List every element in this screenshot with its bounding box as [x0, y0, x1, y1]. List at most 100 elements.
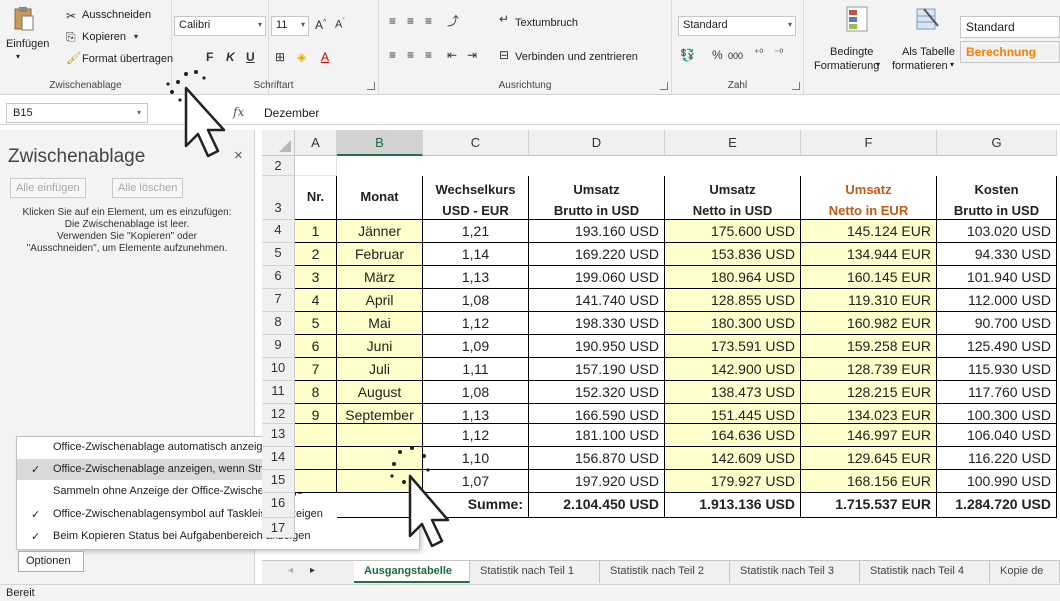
cell-kurs[interactable]: 1,12: [423, 312, 529, 335]
cell-kosten-brutto[interactable]: 116.220 USD: [937, 447, 1057, 470]
header-un[interactable]: Umsatz Netto in USD: [665, 176, 801, 220]
header-ub[interactable]: Umsatz Brutto in USD: [529, 176, 665, 220]
paste-button[interactable]: Einfügen: [6, 38, 49, 50]
cell-kurs[interactable]: 1,13: [423, 404, 529, 424]
cell-monat[interactable]: Juli: [337, 358, 423, 381]
row-header[interactable]: 5: [262, 243, 295, 266]
cell-umsatz-brutto[interactable]: 169.220 USD: [529, 243, 665, 266]
cell-umsatz-netto-eur[interactable]: 160.982 EUR: [801, 312, 937, 335]
format-as-table-button[interactable]: formatieren: [892, 60, 948, 72]
orientation-icon[interactable]: ⤴: [447, 12, 459, 29]
cell-kosten-brutto[interactable]: 106.040 USD: [937, 424, 1057, 447]
cell-nr[interactable]: 5: [295, 312, 337, 335]
cell-monat[interactable]: September: [337, 404, 423, 424]
style-calculation[interactable]: Berechnung: [960, 41, 1060, 63]
cell-umsatz-brutto[interactable]: 190.950 USD: [529, 335, 665, 358]
row-header[interactable]: 8: [262, 312, 295, 335]
number-format-select[interactable]: Standard ▾: [678, 16, 796, 36]
shrink-font-icon[interactable]: Aˇ: [335, 18, 345, 31]
row-header[interactable]: 16: [262, 493, 295, 518]
sum-ub[interactable]: 2.104.450 USD: [529, 493, 665, 518]
cell-umsatz-netto-usd[interactable]: 179.927 USD: [665, 470, 801, 493]
cell-umsatz-netto-usd[interactable]: 142.609 USD: [665, 447, 801, 470]
conditional-formatting-icon[interactable]: [846, 6, 868, 32]
underline-button[interactable]: U: [246, 50, 255, 64]
row-header[interactable]: 15: [262, 470, 295, 493]
formula-input[interactable]: Dezember: [264, 106, 319, 120]
align-bottom-icon[interactable]: ≡: [425, 14, 432, 28]
sheet-tab[interactable]: Statistik nach Teil 2: [600, 561, 730, 583]
sheet-tab[interactable]: Statistik nach Teil 4: [860, 561, 990, 583]
cell-kosten-brutto[interactable]: 112.000 USD: [937, 289, 1057, 312]
font-size-select[interactable]: 11 ▾: [271, 16, 309, 36]
cell-monat[interactable]: Februar: [337, 243, 423, 266]
cell-umsatz-netto-usd[interactable]: 151.445 USD: [665, 404, 801, 424]
cell-nr[interactable]: 9: [295, 404, 337, 424]
options-button[interactable]: Optionen: [18, 551, 84, 572]
number-dialog-launcher-icon[interactable]: [792, 82, 800, 90]
cut-icon[interactable]: ✂: [66, 9, 76, 23]
row-header[interactable]: 9: [262, 335, 295, 358]
cell-monat[interactable]: August: [337, 381, 423, 404]
cell-nr[interactable]: [295, 424, 337, 447]
cell-kosten-brutto[interactable]: 125.490 USD: [937, 335, 1057, 358]
align-middle-icon[interactable]: ≡: [407, 14, 414, 28]
cell-kurs[interactable]: 1,08: [423, 381, 529, 404]
header-nr[interactable]: Nr.: [295, 176, 337, 220]
cell-monat[interactable]: April: [337, 289, 423, 312]
sheet-tab[interactable]: Kopie de: [990, 561, 1060, 583]
cell[interactable]: [295, 156, 337, 176]
thousands-button[interactable]: 000: [728, 51, 743, 61]
column-header-G[interactable]: G: [937, 130, 1057, 156]
row-header[interactable]: 14: [262, 447, 295, 470]
format-painter-icon[interactable]: 🖌: [66, 51, 81, 65]
cell-nr[interactable]: 8: [295, 381, 337, 404]
cell-umsatz-brutto[interactable]: 197.920 USD: [529, 470, 665, 493]
cell-umsatz-brutto[interactable]: 181.100 USD: [529, 424, 665, 447]
copy-icon[interactable]: ⎘: [66, 30, 76, 45]
cell-umsatz-netto-eur[interactable]: 134.023 EUR: [801, 404, 937, 424]
accounting-icon[interactable]: 💱: [680, 48, 695, 62]
clear-all-button[interactable]: Alle löschen: [112, 178, 184, 198]
row-header[interactable]: 4: [262, 220, 295, 243]
cell-kosten-brutto[interactable]: 117.760 USD: [937, 381, 1057, 404]
column-header-B[interactable]: B: [337, 130, 423, 156]
border-icon[interactable]: ⊞: [275, 50, 285, 64]
cell-umsatz-netto-usd[interactable]: 173.591 USD: [665, 335, 801, 358]
cell-umsatz-brutto[interactable]: 152.320 USD: [529, 381, 665, 404]
cell-umsatz-netto-eur[interactable]: 128.215 EUR: [801, 381, 937, 404]
chevron-down-icon[interactable]: ▾: [876, 60, 880, 69]
cell-umsatz-brutto[interactable]: 193.160 USD: [529, 220, 665, 243]
cell-umsatz-netto-eur[interactable]: 145.124 EUR: [801, 220, 937, 243]
sum-ue[interactable]: 1.715.537 EUR: [801, 493, 937, 518]
row-header[interactable]: 12: [262, 404, 295, 424]
cell-nr[interactable]: 4: [295, 289, 337, 312]
cell-umsatz-brutto[interactable]: 166.590 USD: [529, 404, 665, 424]
copy-dropdown-icon[interactable]: ▾: [134, 32, 138, 41]
cell-nr[interactable]: 2: [295, 243, 337, 266]
cell-umsatz-brutto[interactable]: 157.190 USD: [529, 358, 665, 381]
tab-scroll-left-icon[interactable]: ◂: [288, 565, 293, 576]
cell-umsatz-netto-eur[interactable]: 129.645 EUR: [801, 447, 937, 470]
merge-icon[interactable]: ⊟: [499, 48, 509, 62]
column-header-C[interactable]: C: [423, 130, 529, 156]
cell-kurs[interactable]: 1,13: [423, 266, 529, 289]
merge-center-button[interactable]: Verbinden und zentrieren: [515, 51, 638, 63]
header-kb[interactable]: Kosten Brutto in USD: [937, 176, 1057, 220]
cell-umsatz-netto-usd[interactable]: 128.855 USD: [665, 289, 801, 312]
paste-all-button[interactable]: Alle einfügen: [10, 178, 86, 198]
decrease-indent-icon[interactable]: ⇤: [447, 48, 457, 62]
cell-umsatz-netto-eur[interactable]: 119.310 EUR: [801, 289, 937, 312]
align-center-icon[interactable]: ≡: [407, 48, 414, 62]
select-all-corner[interactable]: [262, 130, 295, 156]
cell-umsatz-brutto[interactable]: 198.330 USD: [529, 312, 665, 335]
cell-kosten-brutto[interactable]: 101.940 USD: [937, 266, 1057, 289]
percent-button[interactable]: %: [712, 48, 723, 62]
font-color-icon[interactable]: A: [321, 50, 329, 64]
column-header-A[interactable]: A: [295, 130, 337, 156]
font-dialog-launcher-icon[interactable]: [367, 82, 375, 90]
cell-umsatz-netto-eur[interactable]: 159.258 EUR: [801, 335, 937, 358]
paste-dropdown-icon[interactable]: ▾: [16, 52, 20, 61]
cell-kosten-brutto[interactable]: 115.930 USD: [937, 358, 1057, 381]
cell-monat[interactable]: Juni: [337, 335, 423, 358]
